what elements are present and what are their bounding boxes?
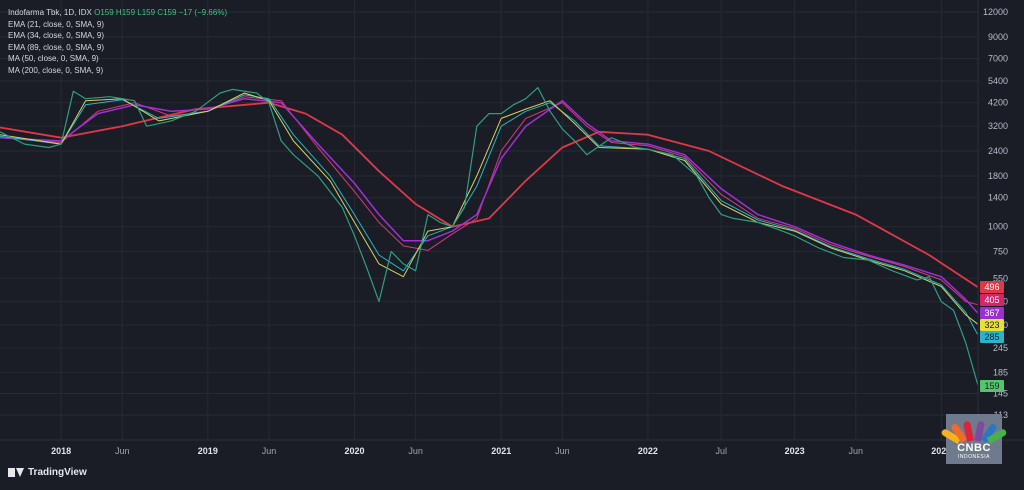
y-tick-label: 7000 xyxy=(988,54,1008,64)
last-value-text: 496 xyxy=(984,282,999,292)
x-tick-label: Jun xyxy=(262,446,277,456)
last-value-text: 159 xyxy=(984,381,999,391)
y-tick-label: 1400 xyxy=(988,193,1008,203)
last-value-label-ma50: 405 xyxy=(980,294,1004,306)
x-tick-label: 2021 xyxy=(491,446,511,456)
last-value-label-ma200: 496 xyxy=(980,281,1004,293)
x-tick-label: 2023 xyxy=(785,446,805,456)
peacock-icon xyxy=(940,419,1008,445)
tradingview-icon xyxy=(8,468,24,477)
x-tick-label: Jun xyxy=(115,446,130,456)
y-tick-label: 4200 xyxy=(988,98,1008,108)
last-value-text: 285 xyxy=(984,332,999,342)
tradingview-logo[interactable]: TradingView xyxy=(8,467,87,478)
last-value-label-price: 159 xyxy=(980,380,1004,392)
y-tick-label: 185 xyxy=(993,367,1008,377)
x-tick-label: 2020 xyxy=(345,446,365,456)
y-tick-label: 12000 xyxy=(983,7,1008,17)
tradingview-wordmark: TradingView xyxy=(28,467,87,478)
y-tick-label: 1000 xyxy=(988,222,1008,232)
cnbc-wordmark: CNBC xyxy=(957,442,991,454)
y-tick-label: 5400 xyxy=(988,76,1008,86)
legend-symbol-row[interactable]: Indofarma Tbk, 1D, IDX O159 H159 L159 C1… xyxy=(8,7,227,19)
indicator-legend: Indofarma Tbk, 1D, IDX O159 H159 L159 C1… xyxy=(8,7,227,77)
x-tick-label: 2018 xyxy=(51,446,71,456)
cnbc-logo: CNBC INDONESIA xyxy=(940,414,1008,464)
ohlc-values: O159 H159 L159 C159 −17 (−9.66%) xyxy=(94,8,228,17)
symbol-name[interactable]: Indofarma Tbk, 1D, IDX xyxy=(8,8,92,17)
last-value-text: 323 xyxy=(984,320,999,330)
x-tick-label: 2019 xyxy=(198,446,218,456)
x-tick-label: Jun xyxy=(848,446,863,456)
y-tick-label: 245 xyxy=(993,343,1008,353)
last-value-label-ema34: 285 xyxy=(980,331,1004,343)
x-tick-label: Jun xyxy=(408,446,423,456)
legend-ema21[interactable]: EMA (21, close, 0, SMA, 9) xyxy=(8,19,227,31)
last-value-label-ema21: 323 xyxy=(980,319,1004,331)
x-tick-label: 2022 xyxy=(638,446,658,456)
x-tick-label: Jul xyxy=(716,446,728,456)
legend-ema89[interactable]: EMA (89, close, 0, SMA, 9) xyxy=(8,42,227,54)
last-value-text: 367 xyxy=(984,308,999,318)
legend-ema34[interactable]: EMA (34, close, 0, SMA, 9) xyxy=(8,30,227,42)
y-tick-label: 750 xyxy=(993,247,1008,257)
last-value-label-ema89: 367 xyxy=(980,307,1004,319)
x-tick-label: Jun xyxy=(555,446,570,456)
last-value-text: 405 xyxy=(984,295,999,305)
legend-ma50[interactable]: MA (50, close, 0, SMA, 9) xyxy=(8,53,227,65)
y-tick-label: 1800 xyxy=(988,171,1008,181)
y-tick-label: 9000 xyxy=(988,32,1008,42)
y-tick-label: 2400 xyxy=(988,146,1008,156)
cnbc-subtitle: INDONESIA xyxy=(957,454,990,460)
y-tick-label: 3200 xyxy=(988,121,1008,131)
legend-ma200[interactable]: MA (200, close, 0, SMA, 9) xyxy=(8,65,227,77)
